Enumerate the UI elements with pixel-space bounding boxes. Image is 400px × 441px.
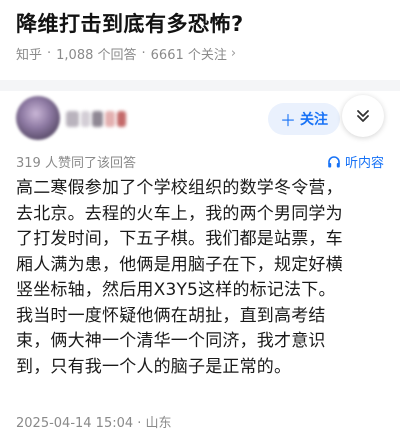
headphones-icon [328, 155, 340, 167]
answer-content[interactable]: 高二寒假参加了个学校组织的数学冬令营， 去北京。去程的火车上，我的两个男同学为 … [16, 176, 386, 380]
answer-line: 高二寒假参加了个学校组织的数学冬令营， [16, 178, 343, 198]
follower-count: 6661 个关注 [150, 48, 227, 63]
listen-label: 听内容 [344, 156, 384, 171]
listen-button[interactable]: 听内容 [327, 152, 384, 171]
double-chevron-down-icon [357, 110, 369, 122]
question-title[interactable]: 降维打击到底有多恐怖? [16, 8, 244, 38]
upvote-count: 319 人赞同了该回答 [16, 156, 136, 171]
question-meta[interactable]: 知乎 · 1,088 个回答 · 6661 个关注 › [16, 44, 236, 63]
answer-line: 束，俩大神一个清华一个同济，我才意识 [16, 331, 326, 351]
avatar[interactable] [16, 96, 60, 140]
author-name-blurred[interactable] [66, 111, 126, 127]
answer-line: 到，只有我一个人的脑子是正常的。 [16, 356, 292, 377]
answer-line: 竖坐标轴，然后用X3Y5这样的标记法下。 [16, 280, 336, 300]
section-divider [0, 80, 400, 91]
plus-icon: ＋ [279, 111, 296, 130]
author-row: ＋ 关注 [0, 91, 400, 147]
source-label: 知乎 [16, 48, 43, 63]
chevron-right-icon: › [230, 46, 237, 61]
follow-button[interactable]: ＋ 关注 [268, 103, 340, 135]
answer-line: 了打发时间，下五子棋。我们都是站票，车 [16, 229, 343, 249]
answer-timestamp-location: 2025-04-14 15:04 · 山东 [16, 416, 172, 431]
meta-separator: · [141, 46, 146, 61]
answer-stats-row: 319 人赞同了该回答 听内容 [16, 152, 384, 171]
answer-line: 去北京。去程的火车上，我的两个男同学为 [16, 203, 343, 224]
answer-count: 1,088 个回答 [56, 48, 137, 63]
answer-line: 厢人满为患，他俩是用脑子在下，规定好横 [16, 254, 343, 275]
meta-separator: · [47, 46, 52, 61]
answer-line: 我当时一度怀疑他俩在胡扯，直到高考结 [16, 305, 326, 326]
collapse-button[interactable] [342, 95, 384, 137]
follow-label: 关注 [300, 112, 328, 128]
